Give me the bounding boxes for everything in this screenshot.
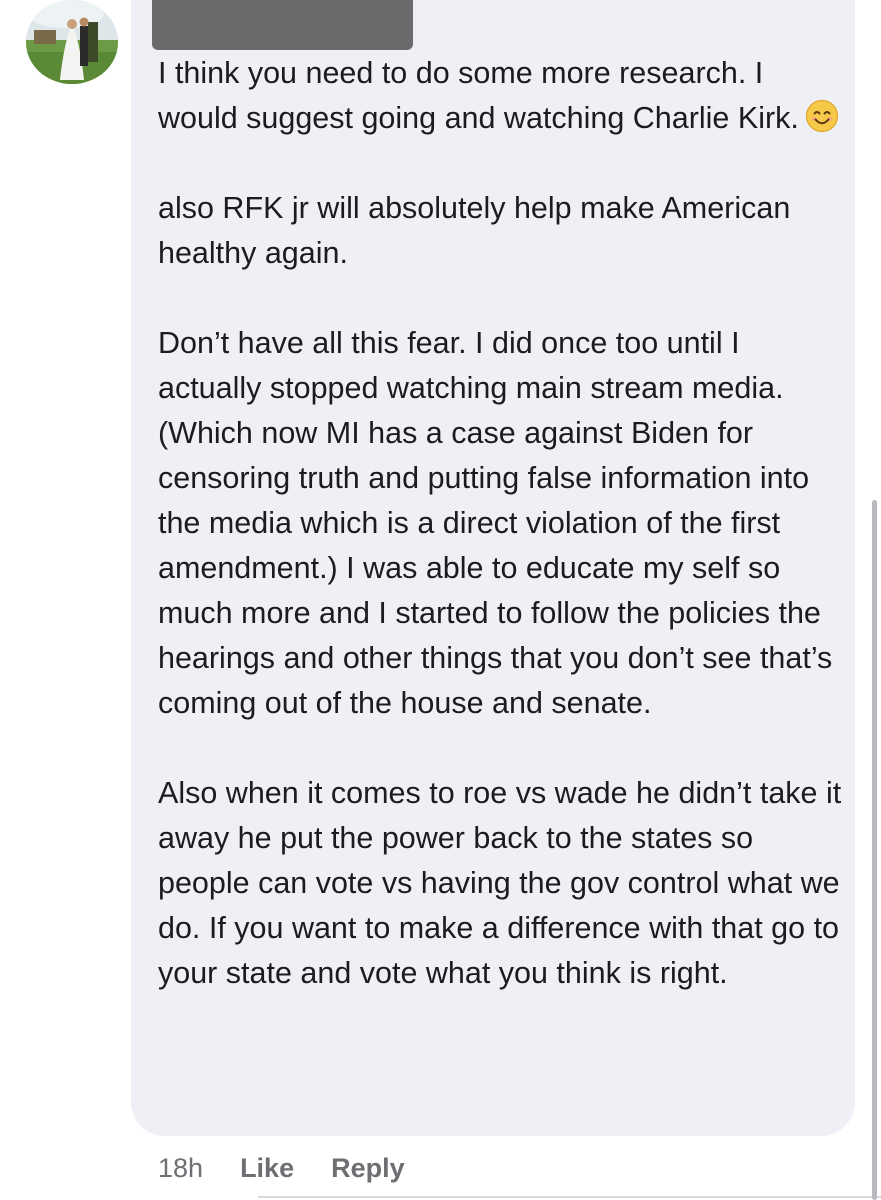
comment-paragraph: I think you need to do some more researc… [158,51,848,141]
smiling-face-emoji-icon [805,99,839,133]
divider [258,1196,881,1198]
comment-actions: 18h Like Reply [158,1148,442,1188]
comment-timestamp[interactable]: 18h [158,1153,203,1184]
comment-paragraph-text: I think you need to do some more researc… [158,56,799,135]
profile-photo-icon [26,0,118,84]
like-button[interactable]: Like [240,1153,294,1184]
comment-paragraph: also RFK jr will absolutely help make Am… [158,191,791,270]
reply-button[interactable]: Reply [331,1153,405,1184]
scrollbar[interactable] [872,500,877,1200]
avatar[interactable] [26,0,118,84]
comment-paragraph: Also when it comes to roe vs wade he did… [158,776,842,990]
comment-text: I think you need to do some more researc… [158,51,848,996]
comment-paragraph: Don’t have all this fear. I did once too… [158,326,833,720]
redacted-author-name [152,0,413,50]
